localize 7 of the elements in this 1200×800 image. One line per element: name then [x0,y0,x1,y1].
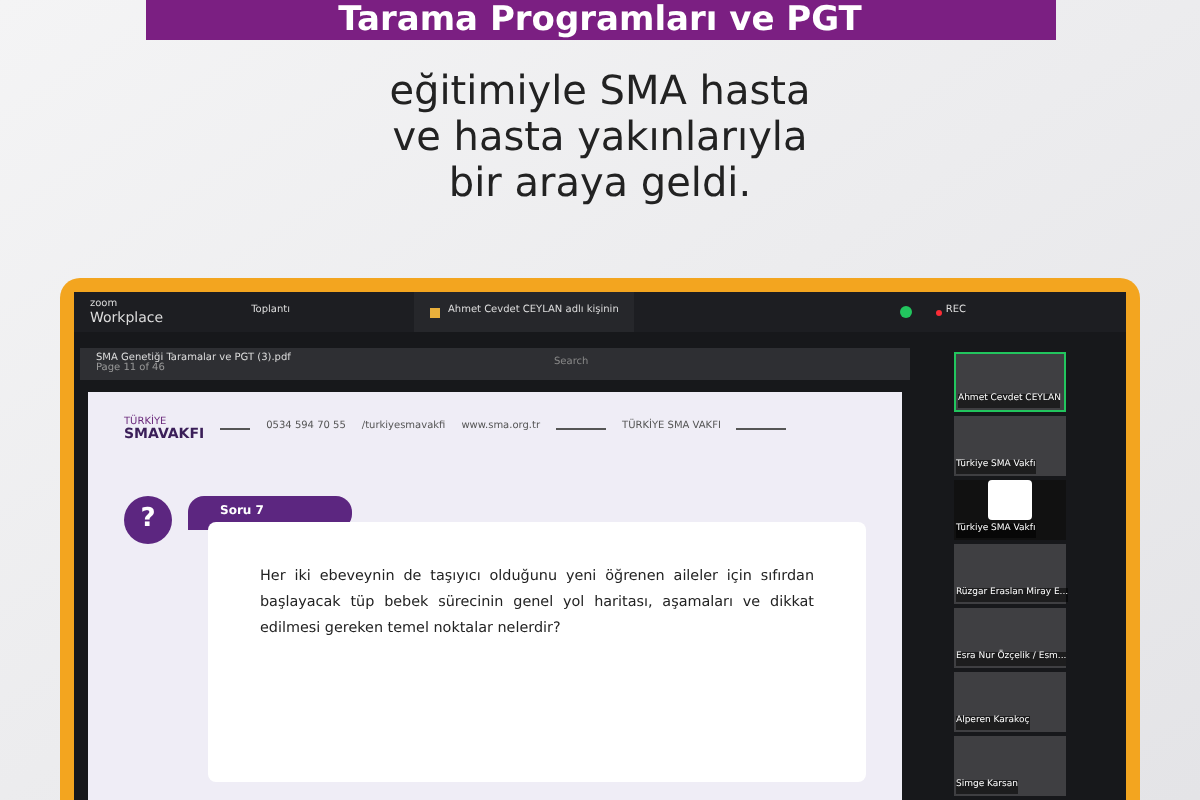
title-banner: Tarama Programları ve PGT [145,0,1055,40]
question-mark-badge: ? [124,496,172,544]
logo-tile-icon [988,480,1032,520]
subtitle-line: ve hasta yakınlarıyla [392,114,808,160]
subtitle-line: bir araya geldi. [448,160,752,206]
subtitle-line: eğitimiyle SMA hasta [389,68,811,114]
record-icon [935,309,942,315]
